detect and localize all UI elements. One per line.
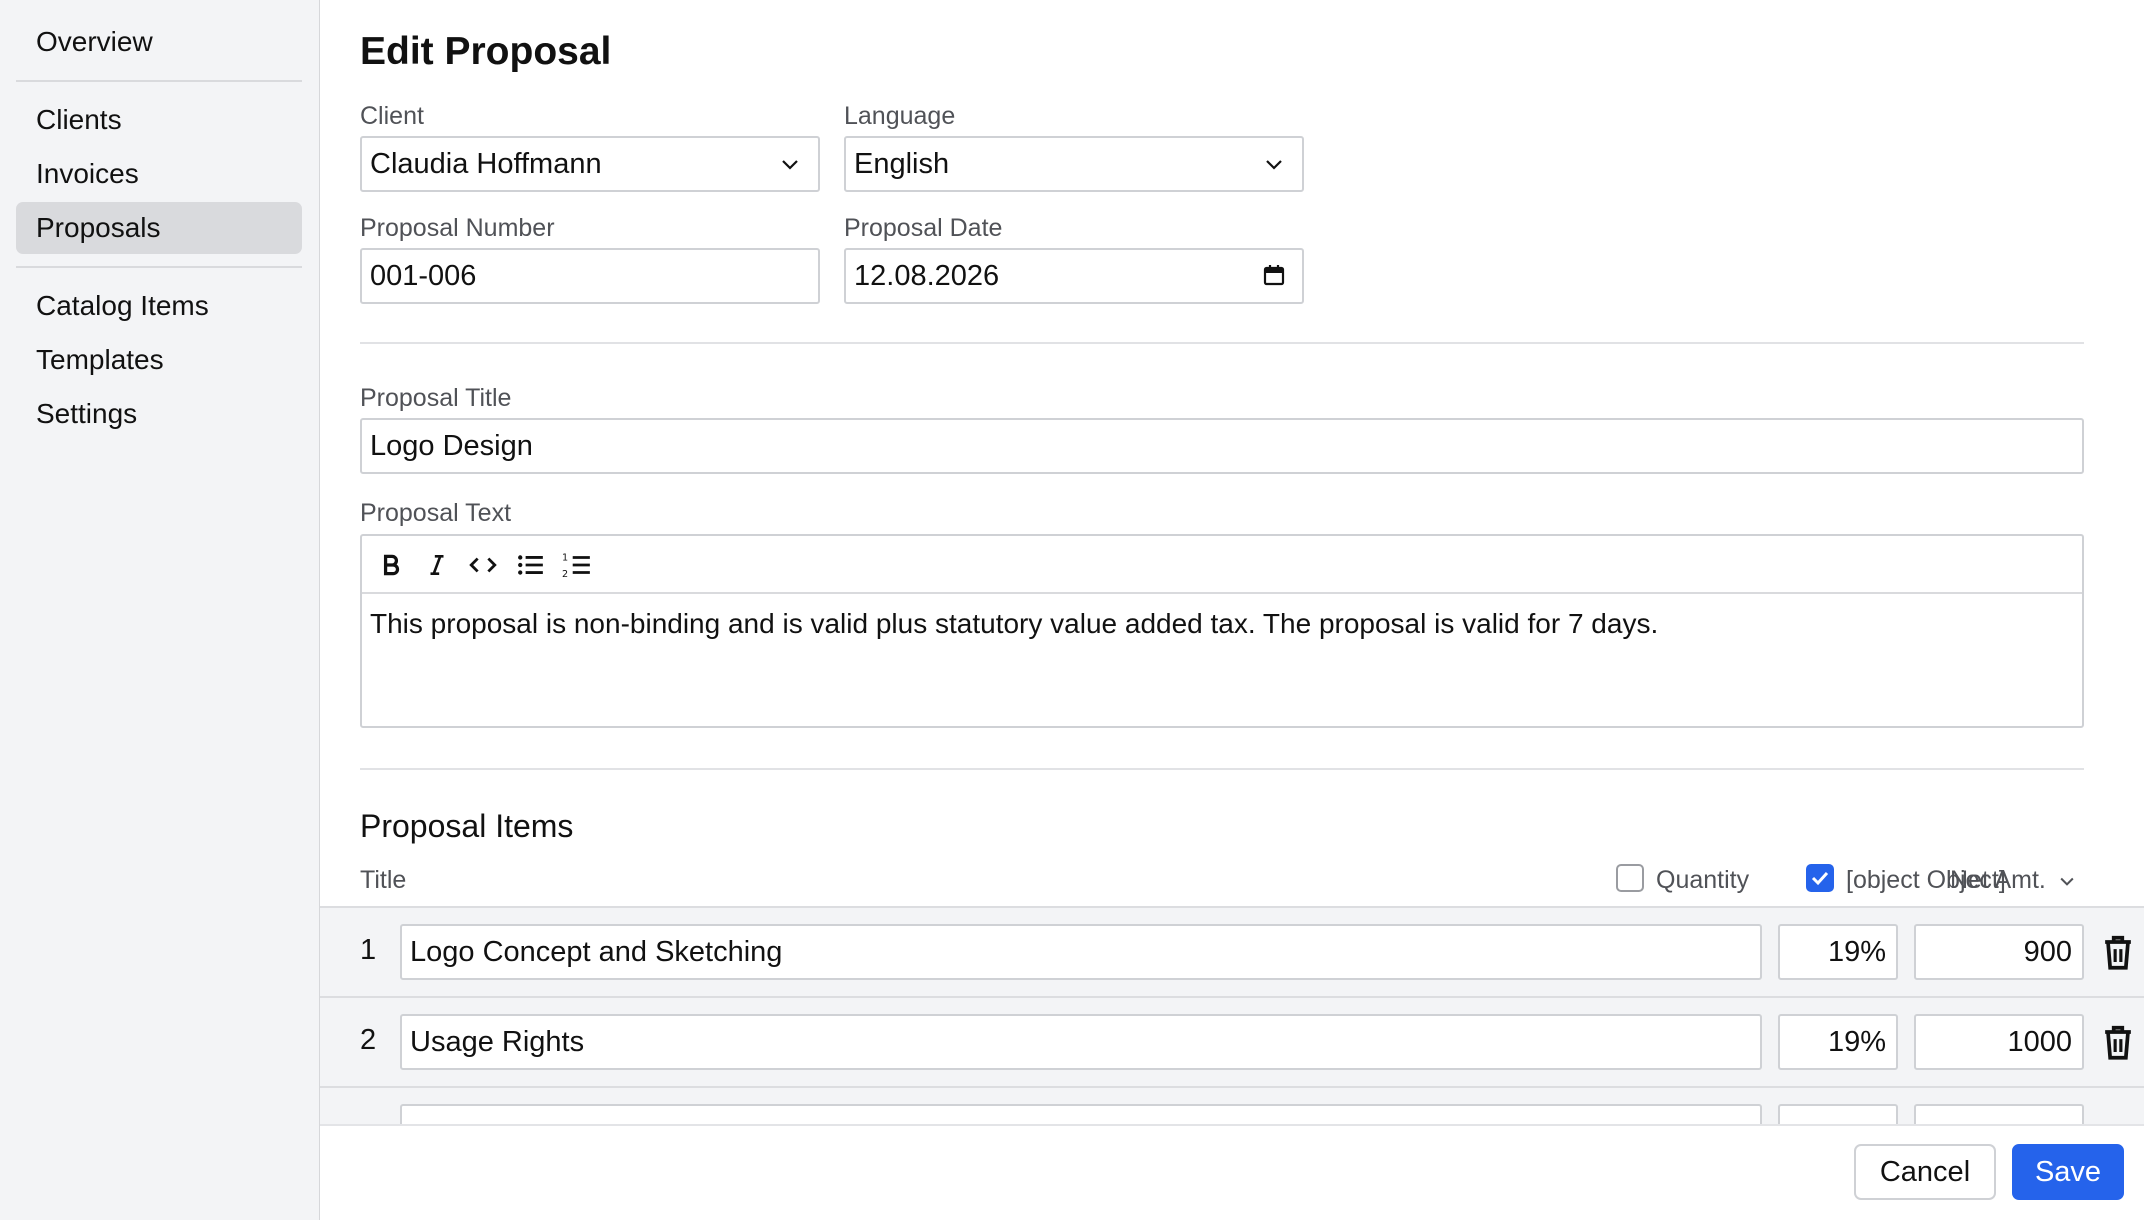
svg-text:2: 2 bbox=[562, 569, 568, 579]
client-label: Client bbox=[360, 102, 424, 130]
quantity-checkbox[interactable] bbox=[1616, 864, 1644, 892]
proposal-number-input[interactable]: 001-006 bbox=[360, 248, 820, 304]
proposal-items-heading: Proposal Items bbox=[360, 808, 574, 844]
proposal-text-content[interactable]: This proposal is non-binding and is vali… bbox=[370, 608, 1658, 640]
item-vat-input[interactable] bbox=[1778, 1104, 1898, 1124]
italic-icon[interactable] bbox=[420, 548, 454, 582]
item-row: 2 Usage Rights 19% 1000 bbox=[320, 996, 2144, 1086]
proposal-text-editor[interactable]: 1 2 This proposal is non-binding and is … bbox=[360, 534, 2084, 728]
section-divider bbox=[360, 768, 2084, 770]
vat-checkbox[interactable] bbox=[1806, 864, 1834, 892]
calendar-icon[interactable] bbox=[1262, 263, 1286, 287]
trash-icon[interactable] bbox=[2100, 932, 2136, 972]
proposal-number-value: 001-006 bbox=[370, 260, 477, 292]
items-list: 1 Logo Concept and Sketching 19% 900 2 U… bbox=[320, 906, 2144, 1124]
sidebar-item-overview[interactable]: Overview bbox=[16, 16, 302, 68]
proposal-number-label: Proposal Number bbox=[360, 214, 555, 242]
page-title: Edit Proposal bbox=[360, 30, 612, 73]
cancel-button[interactable]: Cancel bbox=[1854, 1144, 1996, 1200]
form-footer: Cancel Save bbox=[320, 1124, 2144, 1220]
sidebar-divider bbox=[16, 266, 302, 268]
proposal-title-value: Logo Design bbox=[370, 430, 533, 462]
item-title-input[interactable]: Usage Rights bbox=[400, 1014, 1762, 1070]
trash-icon[interactable] bbox=[2100, 1022, 2136, 1062]
column-title-header: Title bbox=[360, 866, 407, 894]
net-amount-sort-toggle[interactable]: Net Amt. bbox=[1950, 866, 2077, 895]
row-number: 2 bbox=[360, 1024, 377, 1056]
sidebar-item-catalog-items[interactable]: Catalog Items bbox=[16, 280, 302, 332]
sidebar-item-templates[interactable]: Templates bbox=[16, 334, 302, 386]
numbered-list-icon[interactable]: 1 2 bbox=[560, 548, 594, 582]
app-window: Overview Clients Invoices Proposals Cata… bbox=[0, 0, 2144, 1220]
chevron-down-icon bbox=[782, 160, 798, 170]
column-net-header: Net Amt. bbox=[1950, 866, 2046, 894]
chevron-down-icon bbox=[1266, 160, 1282, 170]
sidebar-divider bbox=[16, 80, 302, 82]
item-vat-input[interactable]: 19% bbox=[1778, 924, 1898, 980]
proposal-title-input[interactable]: Logo Design bbox=[360, 418, 2084, 474]
item-row: 1 Logo Concept and Sketching 19% 900 bbox=[320, 906, 2144, 996]
sidebar-item-proposals[interactable]: Proposals bbox=[16, 202, 302, 254]
item-net-input[interactable]: 1000 bbox=[1914, 1014, 2084, 1070]
bold-icon[interactable] bbox=[374, 548, 408, 582]
sidebar-item-clients[interactable]: Clients bbox=[16, 94, 302, 146]
sidebar-item-invoices[interactable]: Invoices bbox=[16, 148, 302, 200]
chevron-down-icon bbox=[2060, 878, 2074, 887]
code-icon[interactable] bbox=[466, 548, 500, 582]
bullet-list-icon[interactable] bbox=[514, 548, 548, 582]
svg-text:1: 1 bbox=[562, 553, 568, 564]
proposal-date-value: 12.08.2026 bbox=[854, 260, 1000, 292]
sidebar-item-settings[interactable]: Settings bbox=[16, 388, 302, 440]
row-number: 1 bbox=[360, 934, 377, 966]
item-title-input[interactable]: Logo Concept and Sketching bbox=[400, 924, 1762, 980]
sidebar: Overview Clients Invoices Proposals Cata… bbox=[0, 0, 320, 1220]
editor-toolbar: 1 2 bbox=[362, 536, 2082, 594]
proposal-text-label: Proposal Text bbox=[360, 499, 512, 527]
language-select[interactable]: English bbox=[844, 136, 1304, 192]
item-net-input[interactable]: 900 bbox=[1914, 924, 2084, 980]
language-label: Language bbox=[844, 102, 956, 130]
main-content: Edit Proposal Client Claudia Hoffmann La… bbox=[320, 0, 2144, 1220]
client-select[interactable]: Claudia Hoffmann bbox=[360, 136, 820, 192]
proposal-date-label: Proposal Date bbox=[844, 214, 1003, 242]
item-row bbox=[320, 1086, 2144, 1124]
section-divider bbox=[360, 342, 2084, 344]
item-title-input[interactable] bbox=[400, 1104, 1762, 1124]
save-button[interactable]: Save bbox=[2012, 1144, 2124, 1200]
column-quantity-header: Quantity bbox=[1656, 866, 1750, 894]
language-value: English bbox=[854, 148, 950, 180]
item-net-input[interactable] bbox=[1914, 1104, 2084, 1124]
proposal-date-input[interactable]: 12.08.2026 bbox=[844, 248, 1304, 304]
item-vat-input[interactable]: 19% bbox=[1778, 1014, 1898, 1070]
client-value: Claudia Hoffmann bbox=[370, 148, 602, 180]
checkmark-icon bbox=[1811, 871, 1829, 886]
proposal-title-label: Proposal Title bbox=[360, 384, 512, 412]
